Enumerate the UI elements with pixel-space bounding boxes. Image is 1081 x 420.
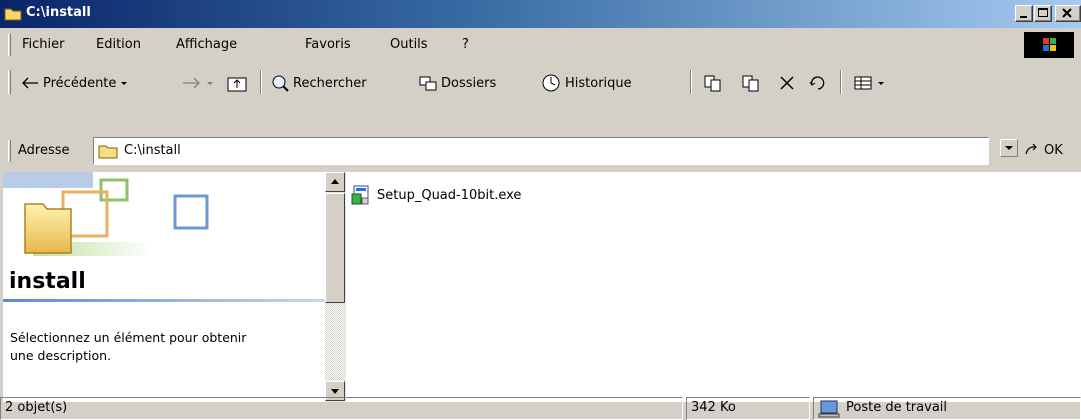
- search-button[interactable]: Rechercher: [270, 70, 367, 96]
- folder-info-pane: install Sélectionnez un élément pour obt…: [3, 172, 325, 402]
- menu-edition[interactable]: Edition: [96, 37, 141, 52]
- folders-button[interactable]: Dossiers: [418, 70, 496, 96]
- folder-banner-graphic: [3, 172, 209, 256]
- chevron-down-icon: [1005, 146, 1013, 150]
- toolbar-grip[interactable]: [8, 70, 11, 94]
- views-button[interactable]: [852, 70, 885, 96]
- delete-icon: [780, 76, 794, 90]
- forward-arrow-icon: [183, 77, 200, 89]
- address-grip[interactable]: [8, 140, 11, 162]
- maximize-icon: [1038, 8, 1048, 17]
- history-icon: [542, 74, 560, 92]
- list-item[interactable]: Setup_Quad-10bit.exe: [351, 184, 521, 206]
- menu-affichage[interactable]: Affichage: [176, 37, 237, 52]
- views-icon: [854, 76, 872, 90]
- back-label: Précédente: [43, 75, 117, 91]
- undo-button[interactable]: [808, 70, 830, 96]
- status-zone-text: Poste de travail: [846, 400, 948, 415]
- folder-title: install: [9, 269, 86, 294]
- status-objects-text: 2 objet(s): [5, 400, 68, 415]
- menu-bar: Fichier Edition Affichage Favoris Outils…: [0, 30, 1081, 60]
- search-label: Rechercher: [293, 75, 367, 91]
- folder-description: Sélectionnez un élément pour obtenir une…: [10, 330, 247, 363]
- folders-label: Dossiers: [441, 75, 497, 91]
- window-title: C:\install: [26, 5, 91, 20]
- windows-flag-icon: [1043, 38, 1056, 51]
- copy-to-icon: [742, 75, 759, 92]
- address-label: Adresse: [18, 143, 70, 158]
- status-bar: 2 objet(s) 342 Ko Poste de travail: [0, 396, 1081, 420]
- close-button[interactable]: [1055, 5, 1081, 22]
- maximize-button[interactable]: [1034, 5, 1052, 22]
- menu-grip[interactable]: [8, 34, 11, 56]
- menu-favoris[interactable]: Favoris: [305, 37, 351, 52]
- status-objects: 2 objet(s): [0, 397, 683, 420]
- go-label: OK: [1044, 142, 1063, 158]
- title-bar[interactable]: C:\install: [0, 0, 1081, 28]
- folder-icon: [4, 8, 22, 21]
- back-arrow-icon: [22, 77, 38, 89]
- up-folder-icon: [227, 77, 247, 92]
- toolbar-separator: [840, 70, 842, 94]
- title-underline: [3, 299, 325, 302]
- my-computer-icon: [818, 400, 840, 418]
- standard-toolbar: Précédente Rechercher Dossiers Historiqu…: [0, 64, 1081, 100]
- folder-icon: [98, 145, 118, 159]
- close-icon: [1062, 8, 1072, 18]
- toolbar-separator: [260, 70, 262, 94]
- forward-dropdown-icon[interactable]: [205, 76, 215, 90]
- toolbar-separator: [690, 70, 692, 94]
- file-list[interactable]: Setup_Quad-10bit.exe: [346, 172, 1081, 402]
- scroll-up-button[interactable]: [325, 172, 345, 192]
- undo-icon: [809, 76, 825, 90]
- views-dropdown-icon[interactable]: [877, 76, 885, 90]
- windows-logo: [1024, 32, 1074, 58]
- installer-icon: [351, 185, 369, 205]
- delete-button[interactable]: [777, 70, 797, 96]
- status-size: 342 Ko: [686, 397, 810, 420]
- copy-to-button[interactable]: [740, 70, 762, 96]
- status-size-text: 342 Ko: [691, 400, 736, 415]
- menu-outils[interactable]: Outils: [390, 37, 428, 52]
- history-button[interactable]: Historique: [540, 70, 632, 96]
- address-value: C:\install: [124, 143, 181, 158]
- go-button[interactable]: OK: [1023, 142, 1063, 158]
- back-button[interactable]: Précédente: [22, 70, 129, 96]
- go-arrow-icon: [1025, 143, 1037, 155]
- up-folder-button[interactable]: [226, 70, 250, 96]
- history-label: Historique: [565, 75, 632, 91]
- forward-button[interactable]: [182, 70, 215, 96]
- menu-help[interactable]: ?: [462, 37, 469, 52]
- status-zone: Poste de travail: [813, 397, 1081, 420]
- minimize-icon: [1020, 16, 1027, 18]
- folders-icon: [419, 76, 437, 91]
- address-dropdown-button[interactable]: [1000, 139, 1018, 157]
- address-input[interactable]: C:\install: [93, 137, 989, 165]
- search-icon: [272, 75, 289, 92]
- minimize-button[interactable]: [1015, 5, 1033, 22]
- menu-fichier[interactable]: Fichier: [22, 37, 65, 52]
- back-dropdown-icon[interactable]: [119, 76, 129, 90]
- vertical-scrollbar[interactable]: [325, 172, 346, 402]
- arrow-up-icon: [331, 179, 339, 184]
- scrollbar-thumb[interactable]: [325, 193, 345, 303]
- file-name: Setup_Quad-10bit.exe: [377, 187, 522, 203]
- move-to-icon: [704, 75, 721, 92]
- move-to-button[interactable]: [702, 70, 724, 96]
